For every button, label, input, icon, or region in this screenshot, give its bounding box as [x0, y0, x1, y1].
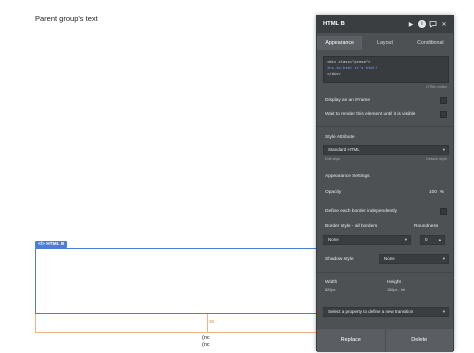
tab-appearance[interactable]: Appearance: [317, 36, 363, 50]
replace-button[interactable]: Replace: [317, 329, 386, 352]
roundness-label: Roundness: [414, 224, 439, 229]
margin-center-line: [207, 314, 208, 333]
transition-placeholder: Select a property to define a new transi…: [328, 309, 414, 314]
appearance-settings-label: Appearance Settings: [325, 174, 370, 179]
panel-header: HTML B ▶ i ✕: [317, 16, 453, 33]
shadow-style-select[interactable]: None ▾: [379, 254, 449, 264]
chevron-down-icon: ▾: [442, 309, 445, 314]
tab-conditional[interactable]: Conditional: [408, 36, 453, 50]
html-editor-link[interactable]: HTML editor: [426, 85, 447, 89]
edit-style-link[interactable]: Edit style: [325, 157, 340, 161]
stepper-icon: ▴: [438, 237, 441, 242]
panel-footer: Replace Delete: [317, 329, 453, 352]
partial-text-line-2: (nc: [202, 342, 210, 348]
roundness-input[interactable]: 0 ▴: [420, 235, 445, 245]
height-value[interactable]: 150px - inf: [387, 288, 405, 292]
delete-button[interactable]: Delete: [386, 329, 454, 352]
html-element-tag[interactable]: </> HTML B: [35, 241, 68, 248]
width-value[interactable]: 820px: [325, 288, 335, 292]
panel-title: HTML B: [323, 21, 345, 27]
chevron-down-icon: ▾: [442, 256, 445, 261]
html-element-box[interactable]: [35, 248, 320, 314]
code-line: </div>: [327, 71, 341, 76]
info-icon[interactable]: i: [418, 20, 426, 28]
display-iframe-checkbox[interactable]: [440, 97, 447, 104]
opacity-label: Opacity: [325, 190, 342, 195]
property-editor-panel: HTML B ▶ i ✕ Appearance Layout Condition…: [316, 15, 454, 352]
opacity-unit: %: [439, 190, 444, 195]
chevron-down-icon: ▾: [442, 147, 445, 152]
opacity-value[interactable]: 100: [429, 190, 437, 195]
shadow-style-value: None: [384, 256, 395, 261]
margin-indicator: [35, 314, 320, 333]
section-divider: [317, 126, 453, 127]
border-style-select[interactable]: None ▾: [323, 235, 411, 245]
comment-icon[interactable]: [429, 20, 437, 28]
wait-render-label: Wait to render this element until it is …: [325, 112, 416, 117]
wait-render-checkbox[interactable]: [440, 111, 447, 118]
roundness-value: 0: [425, 237, 428, 242]
chevron-down-icon: ▾: [404, 237, 407, 242]
define-border-label: Define each border independently: [325, 209, 398, 214]
tab-layout[interactable]: Layout: [362, 36, 407, 50]
border-style-value: None: [328, 237, 339, 242]
style-select[interactable]: Standard HTML ▾: [323, 145, 449, 155]
height-label: Height: [387, 280, 401, 285]
display-iframe-label: Display as an iFrame: [325, 98, 371, 103]
width-label: Width: [325, 280, 338, 285]
panel-header-icons: ▶ i ✕: [407, 20, 448, 28]
detach-style-link[interactable]: Detach style: [426, 157, 447, 161]
border-style-label: Border style - all borders: [325, 224, 378, 229]
transition-select[interactable]: Select a property to define a new transi…: [323, 307, 449, 317]
play-icon[interactable]: ▶: [407, 20, 415, 28]
section-divider: [317, 272, 453, 273]
partial-text: (nc (nc: [202, 335, 210, 349]
shadow-style-label: Shadow style: [325, 257, 354, 262]
panel-tabs: Appearance Layout Conditional: [317, 36, 453, 50]
partial-text-line-1: (nc: [202, 335, 210, 341]
parent-group-text: Parent group's text: [35, 14, 98, 23]
html-code-editor[interactable]: <div class="prose"> Ins-to-html it's htm…: [323, 56, 449, 83]
style-attribute-label: Style Attribute: [325, 135, 355, 140]
style-select-value: Standard HTML: [328, 147, 360, 152]
close-icon[interactable]: ✕: [440, 20, 448, 28]
define-border-checkbox[interactable]: [440, 208, 447, 215]
margin-value-label: 35: [209, 319, 215, 324]
